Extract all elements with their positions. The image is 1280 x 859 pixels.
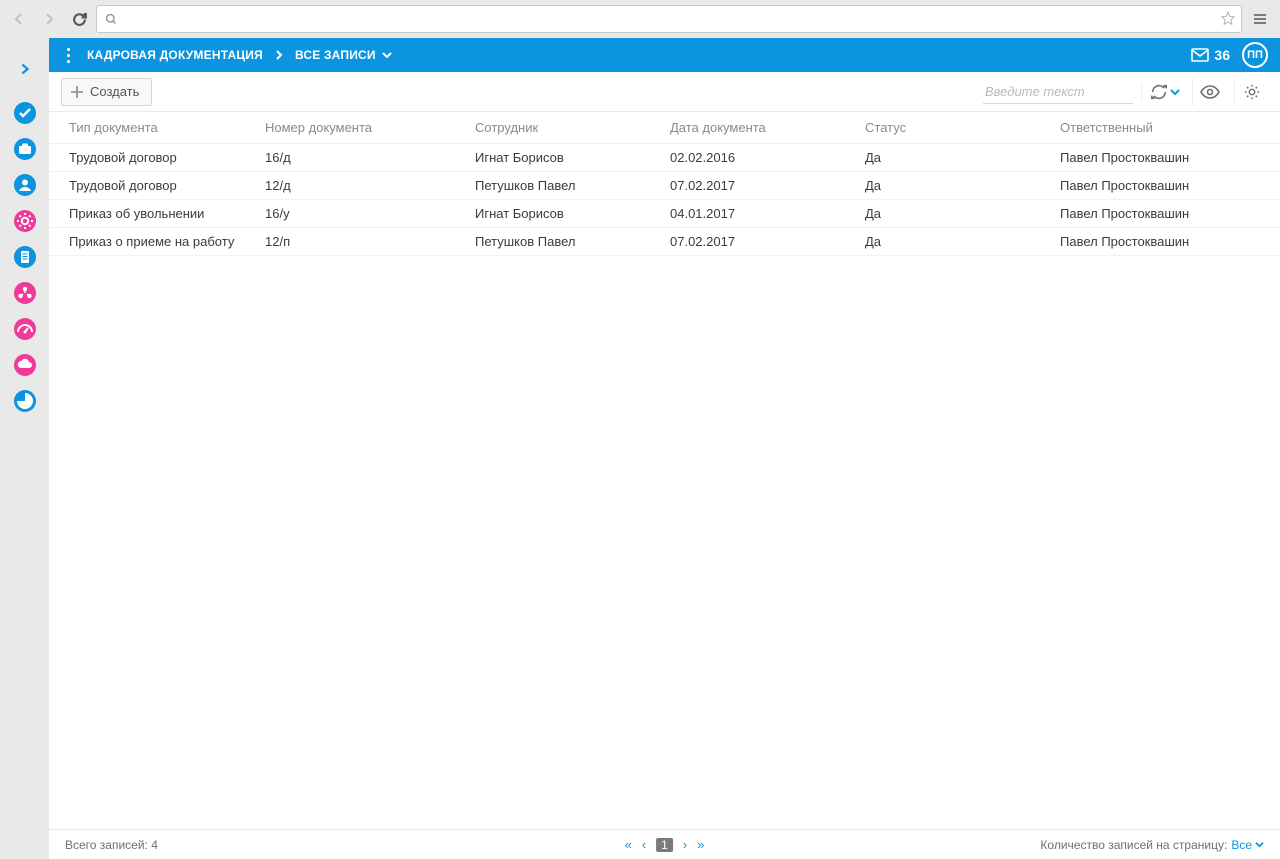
cell-number: 16/д: [249, 144, 459, 172]
mail-button[interactable]: 36: [1191, 47, 1230, 63]
view-button[interactable]: [1192, 78, 1226, 106]
col-header-status[interactable]: Статус: [849, 112, 1044, 144]
col-header-date[interactable]: Дата документа: [654, 112, 849, 144]
cell-responsible: Павел Простоквашин: [1044, 144, 1280, 172]
refresh-button[interactable]: [1141, 83, 1184, 101]
chevron-down-icon: [382, 51, 392, 59]
pager-next[interactable]: ›: [683, 837, 687, 852]
header-menu-button[interactable]: [61, 48, 75, 63]
cell-employee: Игнат Борисов: [459, 200, 654, 228]
rail-item-docs[interactable]: [13, 245, 37, 269]
gear-icon: [1243, 83, 1261, 101]
mail-count: 36: [1214, 47, 1230, 63]
col-header-employee[interactable]: Сотрудник: [459, 112, 654, 144]
table-row[interactable]: Приказ об увольнении16/уИгнат Борисов04.…: [49, 200, 1280, 228]
cell-date: 04.01.2017: [654, 200, 849, 228]
table-row[interactable]: Трудовой договор16/дИгнат Борисов02.02.2…: [49, 144, 1280, 172]
refresh-icon: [1150, 83, 1168, 101]
breadcrumb-label: КАДРОВАЯ ДОКУМЕНТАЦИЯ: [87, 48, 263, 62]
mail-icon: [1191, 48, 1209, 62]
perpage-label: Количество записей на страницу:: [1040, 838, 1227, 852]
cell-date: 07.02.2017: [654, 228, 849, 256]
chevron-right-icon: [275, 50, 283, 60]
eye-icon: [1200, 85, 1220, 99]
cell-type: Трудовой договор: [49, 144, 249, 172]
search-input[interactable]: [983, 80, 1133, 104]
col-header-responsible[interactable]: Ответственный: [1044, 112, 1280, 144]
section-header: КАДРОВАЯ ДОКУМЕНТАЦИЯ ВСЕ ЗАПИСИ 36 ПП: [49, 38, 1280, 72]
rail-item-reports[interactable]: [13, 389, 37, 413]
cell-responsible: Павел Простоквашин: [1044, 172, 1280, 200]
main-content: КАДРОВАЯ ДОКУМЕНТАЦИЯ ВСЕ ЗАПИСИ 36 ПП С…: [49, 38, 1280, 859]
browser-toolbar: [0, 0, 1280, 38]
table-header: Тип документа Номер документа Сотрудник …: [49, 112, 1280, 144]
pager-page: 1: [656, 838, 673, 852]
avatar-initials: ПП: [1247, 49, 1263, 61]
address-bar[interactable]: [96, 5, 1242, 33]
breadcrumb-label: ВСЕ ЗАПИСИ: [295, 48, 376, 62]
cell-number: 12/д: [249, 172, 459, 200]
search-icon: [105, 13, 117, 25]
breadcrumb-root[interactable]: КАДРОВАЯ ДОКУМЕНТАЦИЯ: [87, 48, 263, 62]
rail-item-work[interactable]: [13, 137, 37, 161]
chevron-down-icon: [1170, 88, 1180, 96]
col-header-type[interactable]: Тип документа: [49, 112, 249, 144]
create-button[interactable]: Создать: [61, 78, 152, 106]
cell-type: Приказ об увольнении: [49, 200, 249, 228]
browser-menu-button[interactable]: [1246, 5, 1274, 33]
cell-employee: Петушков Павел: [459, 228, 654, 256]
footer-bar: Всего записей: 4 « ‹ 1 › » Количество за…: [49, 829, 1280, 859]
pager-prev[interactable]: ‹: [642, 837, 646, 852]
cell-responsible: Павел Простоквашин: [1044, 200, 1280, 228]
create-label: Создать: [90, 84, 139, 99]
cell-responsible: Павел Простоквашин: [1044, 228, 1280, 256]
cell-date: 07.02.2017: [654, 172, 849, 200]
pager-first[interactable]: «: [625, 837, 632, 852]
toolbar: Создать: [49, 72, 1280, 112]
settings-button[interactable]: [1234, 78, 1268, 106]
cell-type: Приказ о приеме на работу: [49, 228, 249, 256]
rail-item-contacts[interactable]: [13, 173, 37, 197]
col-header-number[interactable]: Номер документа: [249, 112, 459, 144]
left-rail: [0, 38, 49, 859]
rail-expand-button[interactable]: [14, 53, 36, 85]
pager-last[interactable]: »: [697, 837, 704, 852]
cell-number: 12/п: [249, 228, 459, 256]
cell-status: Да: [849, 172, 1044, 200]
data-grid: Тип документа Номер документа Сотрудник …: [49, 112, 1280, 829]
perpage-select[interactable]: Все: [1231, 838, 1264, 852]
perpage: Количество записей на страницу: Все: [1040, 838, 1264, 852]
rail-item-gauge[interactable]: [13, 317, 37, 341]
table-row[interactable]: Трудовой договор12/дПетушков Павел07.02.…: [49, 172, 1280, 200]
cell-type: Трудовой договор: [49, 172, 249, 200]
table-row[interactable]: Приказ о приеме на работу12/пПетушков Па…: [49, 228, 1280, 256]
url-input[interactable]: [123, 6, 1213, 32]
cell-status: Да: [849, 228, 1044, 256]
pager: « ‹ 1 › »: [625, 837, 705, 852]
rail-item-tasks[interactable]: [13, 101, 37, 125]
cell-number: 16/у: [249, 200, 459, 228]
cell-status: Да: [849, 144, 1044, 172]
cell-employee: Петушков Павел: [459, 172, 654, 200]
forward-button[interactable]: [36, 6, 62, 32]
rail-item-settings[interactable]: [13, 209, 37, 233]
cell-status: Да: [849, 200, 1044, 228]
cell-date: 02.02.2016: [654, 144, 849, 172]
cell-employee: Игнат Борисов: [459, 144, 654, 172]
breadcrumb-view[interactable]: ВСЕ ЗАПИСИ: [295, 48, 392, 62]
rail-item-cloud[interactable]: [13, 353, 37, 377]
avatar[interactable]: ПП: [1242, 42, 1268, 68]
rail-item-org[interactable]: [13, 281, 37, 305]
chevron-down-icon: [1255, 841, 1264, 848]
reload-button[interactable]: [66, 6, 92, 32]
bookmark-star-icon[interactable]: [1219, 10, 1237, 28]
total-records: Всего записей: 4: [65, 838, 158, 852]
back-button[interactable]: [6, 6, 32, 32]
plus-icon: [70, 85, 84, 99]
